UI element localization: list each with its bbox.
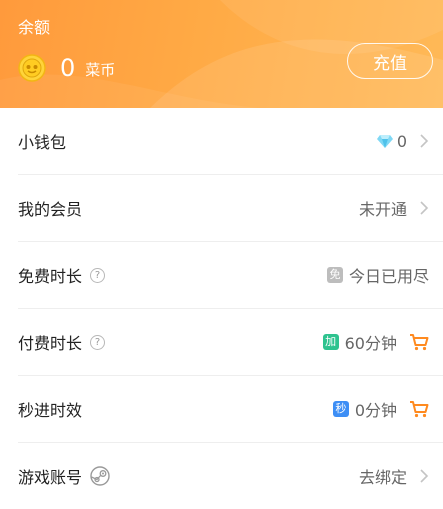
row-game-account-right: 去绑定: [359, 443, 429, 509]
row-wallet-value: 0: [396, 131, 407, 151]
row-game-account[interactable]: 游戏账号 去绑定: [18, 443, 443, 509]
row-free-time-value: 今日已用尽: [348, 267, 429, 286]
row-free-time-right: 免 今日已用尽: [326, 242, 429, 308]
row-instant-time-label: 秒进时效: [18, 401, 83, 420]
row-membership-right: 未开通: [359, 175, 429, 241]
help-icon[interactable]: ?: [90, 267, 106, 283]
row-instant-time-value: 0分钟: [354, 401, 397, 420]
coin-unit: 菜币: [85, 61, 116, 79]
row-membership-label: 我的会员: [18, 200, 83, 219]
row-game-account-label: 游戏账号: [18, 468, 83, 487]
row-wallet-right: 0: [376, 108, 429, 174]
instant-badge-icon: 秒: [332, 401, 349, 417]
coin-amount: 0: [60, 54, 76, 82]
coin-icon: [18, 54, 46, 82]
row-free-time-label: 免费时长: [18, 267, 83, 286]
chevron-right-icon: [420, 134, 429, 148]
wallet-list: 小钱包 0 我的会员 未开通 免费时长 ? 免 今日已用尽 付费时长 ? 加 6…: [0, 108, 443, 509]
row-paid-time-label: 付费时长: [18, 334, 83, 353]
coin-row: 0 菜币: [18, 52, 115, 84]
shopping-cart-icon[interactable]: [409, 333, 429, 351]
row-membership-value: 未开通: [358, 200, 407, 219]
free-badge-icon: 免: [326, 267, 343, 283]
add-badge-icon: 加: [322, 334, 339, 350]
row-free-time: 免费时长 ? 免 今日已用尽: [18, 242, 443, 309]
steam-icon: [90, 466, 110, 486]
row-membership[interactable]: 我的会员 未开通: [18, 175, 443, 242]
row-paid-time-right: 加 60分钟: [322, 309, 429, 375]
row-instant-time: 秒进时效 秒 0分钟: [18, 376, 443, 443]
recharge-button[interactable]: 充值: [347, 43, 433, 79]
row-wallet-label: 小钱包: [18, 133, 67, 152]
row-wallet[interactable]: 小钱包 0: [18, 108, 443, 175]
row-game-account-value: 去绑定: [358, 468, 407, 487]
balance-header: 余额 0 菜币 充值: [0, 0, 443, 108]
help-icon[interactable]: ?: [90, 334, 106, 350]
chevron-right-icon: [420, 469, 429, 483]
diamond-icon: [376, 135, 393, 148]
row-paid-time: 付费时长 ? 加 60分钟: [18, 309, 443, 376]
row-paid-time-value: 60分钟: [344, 334, 397, 353]
row-instant-time-right: 秒 0分钟: [332, 376, 429, 442]
chevron-right-icon: [420, 201, 429, 215]
balance-title: 余额: [18, 18, 51, 37]
shopping-cart-icon[interactable]: [409, 400, 429, 418]
